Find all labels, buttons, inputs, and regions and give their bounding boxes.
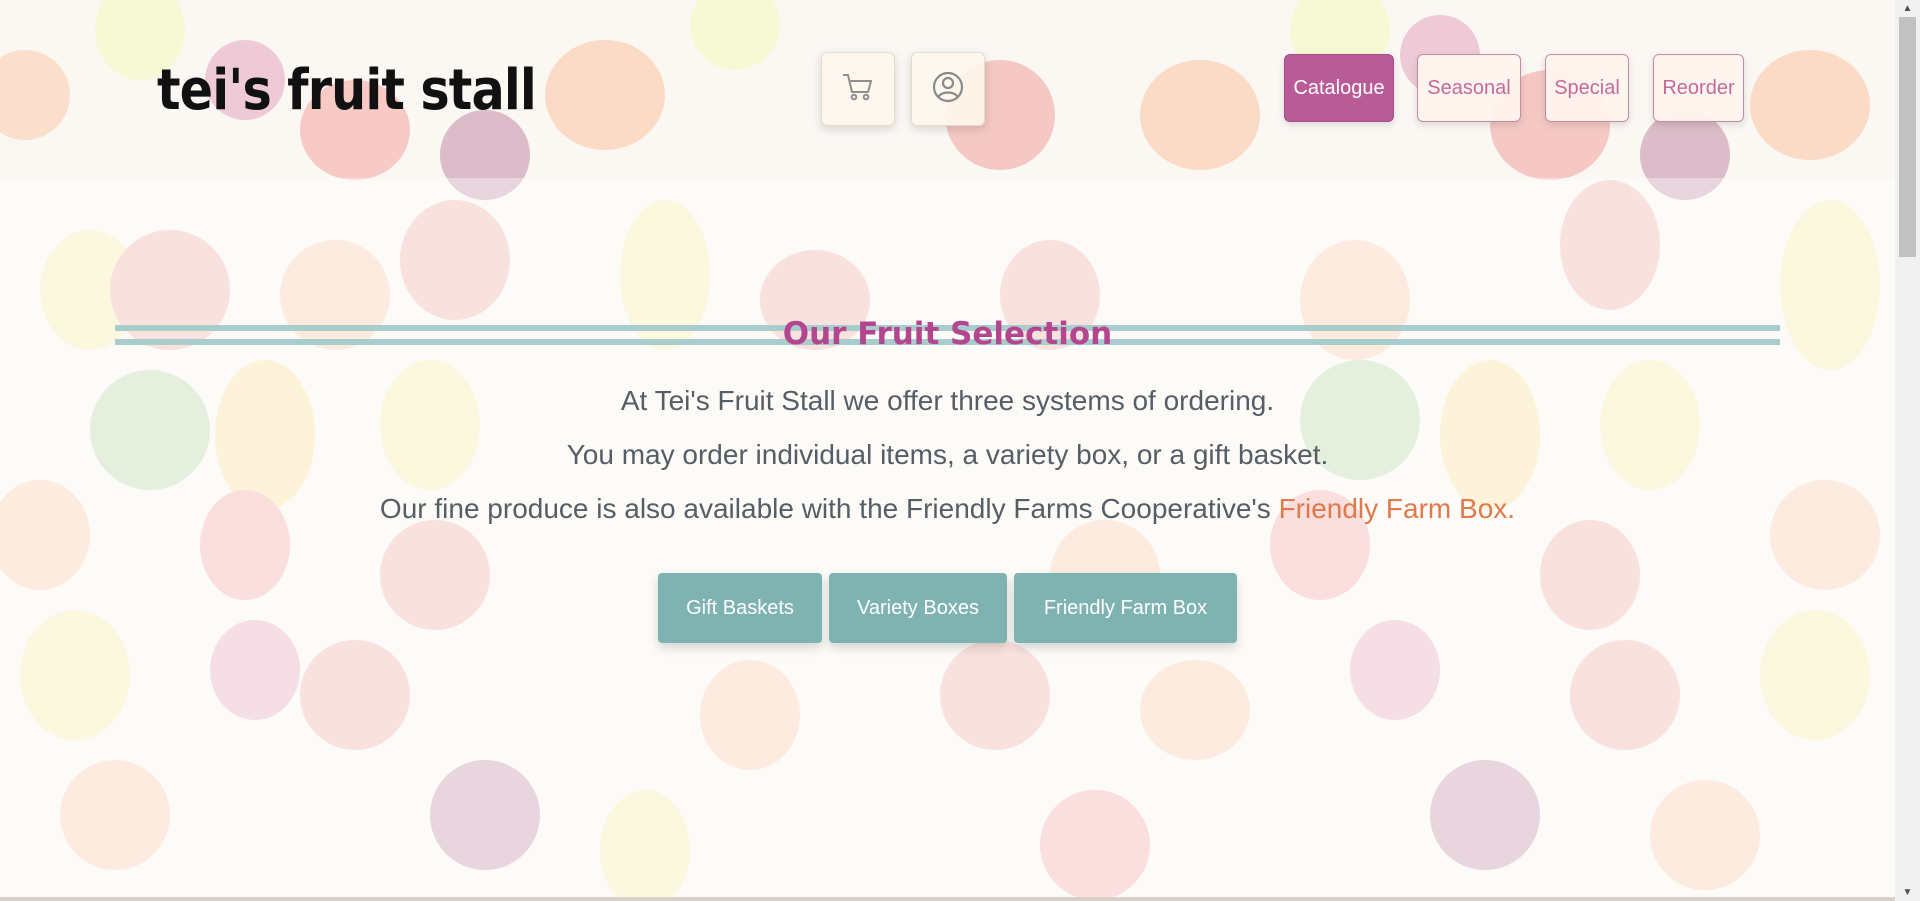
- scroll-up-arrow-icon[interactable]: ▲: [1895, 0, 1920, 17]
- cart-button[interactable]: [821, 52, 895, 126]
- scroll-thumb[interactable]: [1899, 17, 1916, 257]
- nav-reorder[interactable]: Reorder: [1653, 54, 1744, 122]
- site-logo[interactable]: tei's fruit stall: [157, 58, 537, 123]
- page-scrollbar[interactable]: ▲ ▼: [1895, 0, 1920, 901]
- site-header: tei's fruit stall Catalogue Seasonal Spe…: [0, 0, 1895, 178]
- cart-icon: [841, 72, 875, 107]
- friendly-farm-box-link[interactable]: Friendly Farm Box.: [1279, 493, 1516, 524]
- content-bottom-edge: [0, 897, 1895, 901]
- page-title: Our Fruit Selection: [782, 316, 1113, 352]
- intro-line-2: You may order individual items, a variet…: [566, 439, 1329, 470]
- intro-line-3: Our fine produce is also available with …: [0, 493, 1895, 525]
- account-button[interactable]: [911, 52, 985, 126]
- nav-seasonal[interactable]: Seasonal: [1417, 54, 1521, 122]
- nav-catalogue[interactable]: Catalogue: [1284, 54, 1394, 122]
- friendly-farm-box-button[interactable]: Friendly Farm Box: [1014, 573, 1237, 643]
- user-icon: [931, 70, 965, 109]
- intro-line-3-text: Our fine produce is also available with …: [379, 493, 1279, 524]
- nav-special[interactable]: Special: [1545, 54, 1629, 122]
- scroll-down-arrow-icon[interactable]: ▼: [1895, 884, 1920, 901]
- gift-baskets-button[interactable]: Gift Baskets: [658, 573, 822, 643]
- variety-boxes-button[interactable]: Variety Boxes: [829, 573, 1007, 643]
- section-heading: Our Fruit Selection: [115, 316, 1780, 352]
- intro-line-1: At Tei's Fruit Stall we offer three syst…: [620, 385, 1275, 416]
